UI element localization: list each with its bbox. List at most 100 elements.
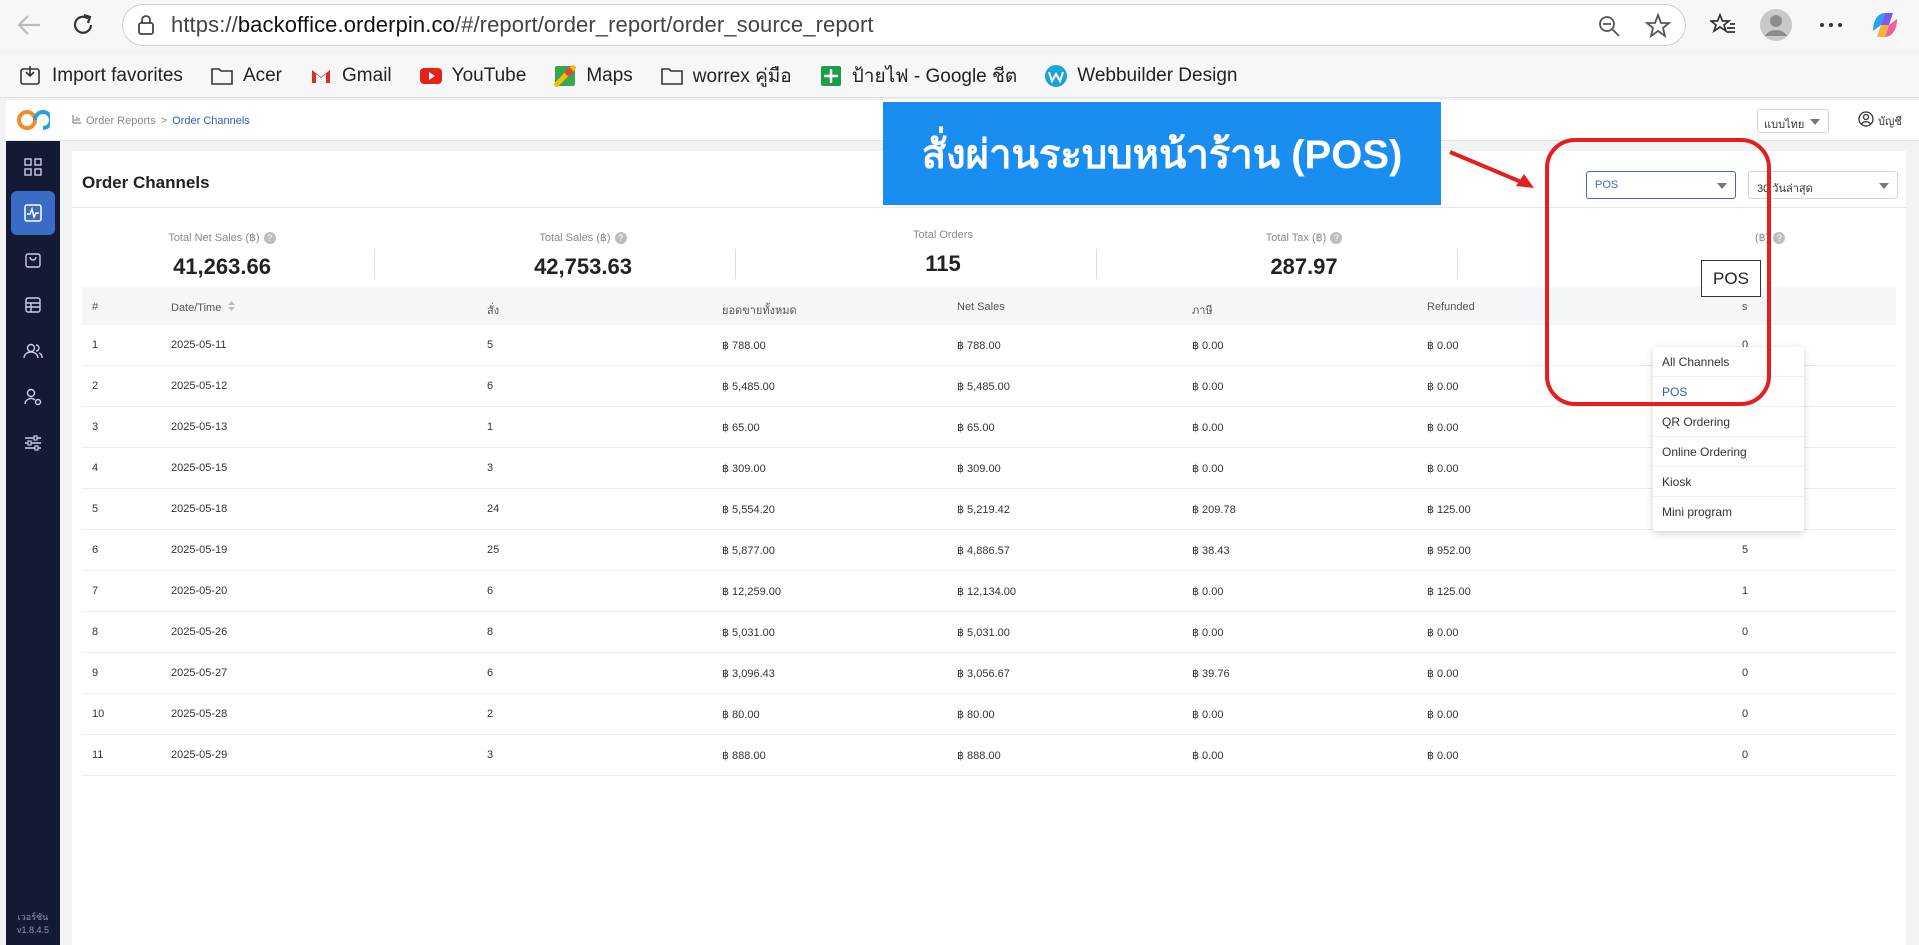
table-cell: ฿ 0.00 (1427, 463, 1459, 475)
bookmark-google-sheets[interactable]: ป้ายไฟ - Google ชีต (818, 61, 1018, 91)
bookmark-youtube[interactable]: YouTube (418, 65, 526, 87)
table-cell: ฿ 0.00 (1192, 586, 1224, 598)
table-cell: 5 (92, 503, 99, 515)
stat-value: 287.97 (1270, 254, 1338, 279)
table-cell: 9 (92, 667, 99, 679)
sheets-icon (818, 65, 844, 87)
version-number: v1.8.4.5 (16, 925, 50, 935)
lock-icon (137, 14, 155, 41)
breadcrumb-current: Order Channels (172, 114, 250, 127)
dashboard-grid-icon[interactable] (11, 145, 55, 189)
column-header: Net Sales (957, 301, 1005, 313)
stat-label: Total Tax (฿) (1265, 232, 1327, 244)
profile-avatar-icon[interactable] (1757, 6, 1795, 44)
bookmark-acer[interactable]: Acer (209, 65, 282, 87)
table-row: 5 2025-05-18 24 ฿ 5,554.20 ฿ 5,219.42 ฿ 209.7… (82, 489, 1896, 530)
table-cell: 8 (487, 626, 494, 638)
table-cell: ฿ 209.78 (1192, 504, 1236, 516)
address-bar[interactable]: https://backoffice.orderpin.co/#/report/… (122, 4, 1686, 46)
bookmark-import-favorites[interactable]: Import favorites (18, 65, 183, 87)
stat-total-sales: Total Sales (฿)? 42,753.63 (403, 231, 763, 280)
table-cell: ฿ 0.00 (1427, 627, 1459, 639)
table-cell: ฿ 0.00 (1427, 750, 1459, 762)
gmail-icon (308, 65, 334, 87)
table-cell: ฿ 125.00 (1427, 504, 1471, 516)
bookmark-label: ป้ายไฟ - Google ชีต (851, 65, 1018, 87)
breadcrumb: Order Reports > Order Channels (72, 114, 250, 127)
account-menu[interactable]: บัญชี (1858, 111, 1902, 130)
zoom-out-icon[interactable] (1597, 14, 1621, 43)
stat-total-orders: Total Orders 115 (763, 229, 1123, 277)
settings-sliders-icon[interactable] (11, 421, 55, 465)
orderpin-logo[interactable] (6, 100, 60, 141)
dropdown-item-qr-ordering[interactable]: QR Ordering (1653, 407, 1804, 437)
webbuilder-icon (1043, 64, 1069, 87)
table-cell: ฿ 0.00 (1192, 463, 1224, 475)
favorite-star-icon[interactable] (1644, 12, 1672, 44)
table-cell: ฿ 65.00 (722, 422, 760, 434)
staff-settings-icon[interactable] (11, 375, 55, 419)
table-cell: ฿ 5,485.00 (957, 381, 1010, 393)
refresh-icon[interactable] (66, 8, 100, 42)
stat-total-tax: Total Tax (฿)? 287.97 (1124, 231, 1484, 280)
language-select[interactable]: แบบไทย (1757, 109, 1829, 133)
dropdown-item-mini-program[interactable]: Mini program (1653, 497, 1804, 527)
help-icon[interactable]: ? (614, 231, 627, 244)
table-cell: 6 (487, 380, 494, 392)
breadcrumb-parent[interactable]: Order Reports (86, 115, 156, 127)
table-cell: 2025-05-20 (171, 585, 228, 597)
more-menu-icon[interactable] (1812, 6, 1850, 44)
table-cell: 0 (1742, 749, 1749, 761)
bookmark-webbuilder[interactable]: Webbuilder Design (1043, 64, 1237, 87)
help-icon[interactable]: ? (1330, 231, 1343, 244)
stat-total-net-sales: Total Net Sales (฿)? 41,263.66 (42, 231, 402, 280)
copilot-icon[interactable] (1866, 6, 1904, 44)
table-cell: 1 (1742, 585, 1749, 597)
bookmark-gmail[interactable]: Gmail (308, 65, 392, 87)
reports-chart-icon[interactable] (11, 191, 55, 235)
account-label: บัญชี (1878, 115, 1902, 128)
table-cell: ฿ 5,877.00 (722, 545, 775, 557)
column-header-datetime[interactable]: Date/Time (171, 301, 236, 314)
customers-icon[interactable] (11, 329, 55, 373)
dropdown-item-kiosk[interactable]: Kiosk (1653, 467, 1804, 497)
bookmark-maps[interactable]: Maps (552, 64, 633, 87)
table-cell: ฿ 125.00 (1427, 586, 1471, 598)
table-cell: 2025-05-19 (171, 544, 228, 556)
table-cell: 2025-05-15 (171, 462, 228, 474)
table-cell: ฿ 0.00 (1192, 709, 1224, 721)
dropdown-item-online-ordering[interactable]: Online Ordering (1653, 437, 1804, 467)
table-cell: 0 (1742, 667, 1749, 679)
annotation-tooltip: POS (1701, 260, 1761, 297)
back-arrow-icon[interactable] (12, 8, 46, 42)
column-header-label: Date/Time (171, 302, 222, 314)
divider (374, 249, 375, 279)
table-cell: ฿ 0.00 (1427, 668, 1459, 680)
table-cell: ฿ 5,219.42 (957, 504, 1010, 516)
table-cell: 2025-05-26 (171, 626, 228, 638)
table-row: 4 2025-05-15 3 ฿ 309.00 ฿ 309.00 ฿ 0.00 ฿ 0.00… (82, 448, 1896, 489)
divider (1457, 249, 1458, 279)
table-cell: ฿ 5,031.00 (722, 627, 775, 639)
inventory-icon[interactable] (11, 283, 55, 327)
table-cell: ฿ 0.00 (1192, 381, 1224, 393)
table-cell: ฿ 65.00 (957, 422, 995, 434)
table-cell: ฿ 3,096.43 (722, 668, 775, 680)
help-icon[interactable]: ? (263, 231, 276, 244)
table-cell: 6 (92, 544, 99, 556)
chevron-down-icon (1879, 183, 1889, 189)
help-icon[interactable]: ? (1773, 231, 1786, 244)
chart-icon (72, 114, 82, 127)
sort-icon[interactable] (228, 301, 236, 314)
table-cell: 2025-05-28 (171, 708, 228, 720)
favorites-icon[interactable] (1704, 6, 1742, 44)
table-row: 11 2025-05-29 3 ฿ 888.00 ฿ 888.00 ฿ 0.00 ฿ 0.0… (82, 735, 1896, 776)
chevron-down-icon (1810, 119, 1820, 125)
table-cell: 5 (487, 339, 494, 351)
divider (1096, 249, 1097, 279)
bookmark-worrex[interactable]: worrex คู่มือ (659, 61, 792, 91)
table-cell: 5 (1742, 544, 1749, 556)
table-row: 10 2025-05-28 2 ฿ 80.00 ฿ 80.00 ฿ 0.00 ฿ 0.00 0 (82, 694, 1896, 735)
table-cell: 0 (1742, 626, 1749, 638)
language-value: แบบไทย (1764, 119, 1805, 131)
